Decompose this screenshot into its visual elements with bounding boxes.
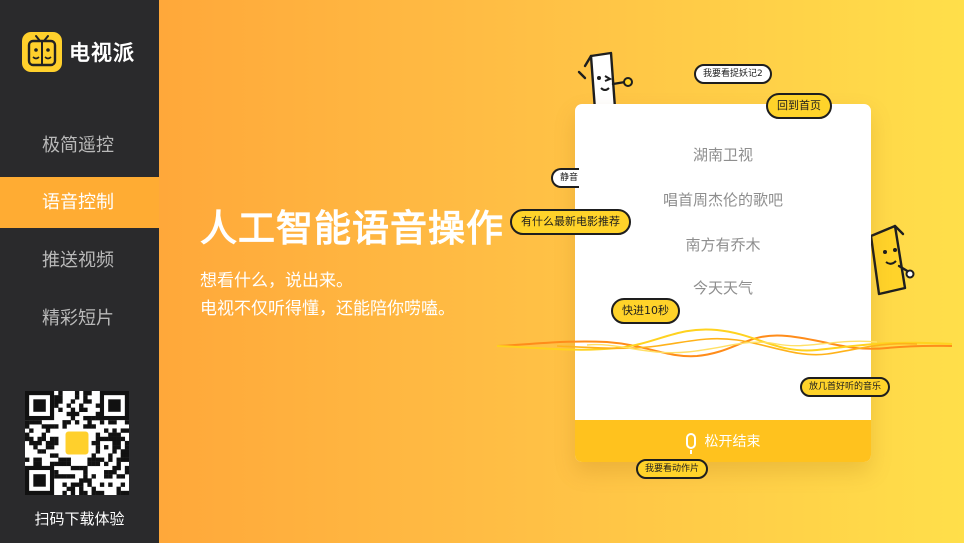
voice-suggestion: 湖南卫视: [692, 146, 753, 164]
voice-control-panel: 人工智能语音操作 想看什么，说出来。 电视不仅听得懂，还能陪你唠嗑。 湖南卫视 …: [159, 0, 964, 543]
voice-bubble: 快进10秒: [611, 298, 680, 324]
voice-bubble: 有什么最新电影推荐: [510, 209, 631, 235]
voice-bubble: 放几首好听的音乐: [800, 377, 891, 397]
sound-wave: [497, 328, 952, 358]
voice-bubble: 我要看捉妖记2: [694, 64, 772, 84]
download-qr-code: [25, 391, 130, 496]
release-to-end-button[interactable]: 松开结束: [575, 420, 871, 462]
sidebar-item-short-clips[interactable]: 精彩短片: [0, 293, 159, 344]
tv-logo-icon: [22, 32, 62, 72]
qr-caption: 扫码下载体验: [34, 510, 125, 528]
voice-suggestion: 唱首周杰伦的歌吧: [662, 191, 783, 209]
voice-suggestion: 南方有乔木: [685, 236, 761, 254]
microphone-icon: [685, 433, 696, 454]
subtitle-line-1: 想看什么，说出来。: [200, 271, 353, 291]
subtitle-line-2: 电视不仅听得懂，还能陪你唠嗑。: [200, 299, 455, 319]
voice-bubble: 回到首页: [766, 93, 832, 119]
app-name: 电视派: [69, 41, 135, 65]
voice-suggestion: 今天天气: [692, 279, 753, 297]
sidebar: 电视派 极简遥控 语音控制 推送视频 精彩短片 扫码下载体验: [0, 0, 159, 543]
sidebar-item-voice[interactable]: 语音控制: [0, 177, 159, 228]
voice-bubble: 静音: [551, 168, 579, 188]
voice-bubble: 我要看动作片: [636, 459, 709, 479]
sidebar-item-remote[interactable]: 极简遥控: [0, 120, 159, 171]
release-to-end-label: 松开结束: [704, 434, 761, 450]
page-title: 人工智能语音操作: [200, 207, 504, 250]
sidebar-item-push-video[interactable]: 推送视频: [0, 235, 159, 286]
voice-card: 湖南卫视 唱首周杰伦的歌吧 南方有乔木 今天天气 松开结束: [575, 104, 871, 462]
app-logo: 电视派: [22, 32, 135, 72]
mascot-side-icon: [869, 224, 915, 296]
